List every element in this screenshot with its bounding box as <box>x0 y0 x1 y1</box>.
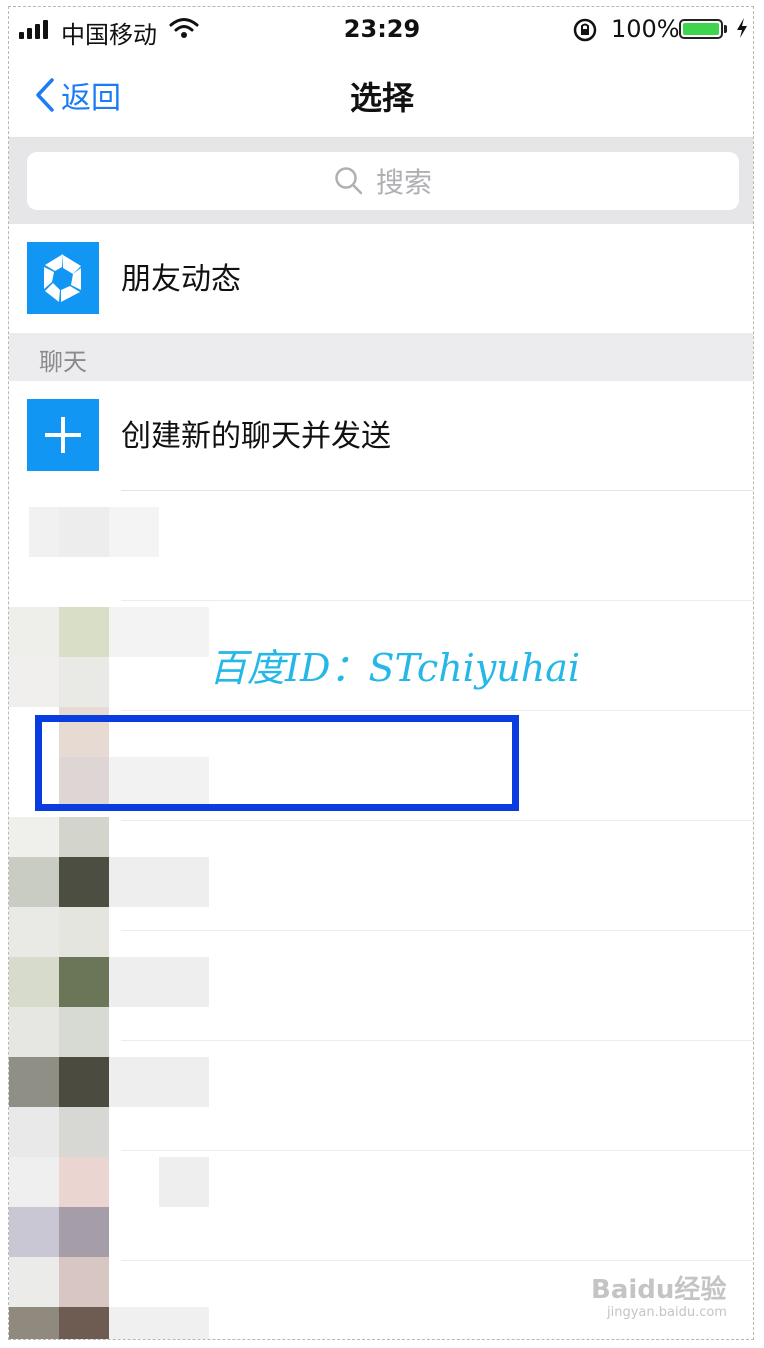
watermark-text: 百度ID：STchiyuhai <box>209 646 581 690</box>
section-header-label: 聊天 <box>39 348 87 376</box>
navigation-bar: 返回 选择 <box>9 51 753 138</box>
search-input[interactable]: 搜索 <box>27 152 739 210</box>
aperture-icon <box>27 242 99 314</box>
charging-bolt-icon <box>735 17 749 43</box>
plus-icon <box>27 399 99 471</box>
moments-row[interactable]: 朋友动态 <box>9 224 753 334</box>
search-placeholder: 搜索 <box>375 166 432 199</box>
status-bar: 中国移动 23:29 100% <box>9 7 753 51</box>
phone-screen: 中国移动 23:29 100% 返回 选择 搜索 朋友动态 聊天 创建新的聊天并… <box>8 6 754 1340</box>
battery-percent: 100% <box>611 15 680 43</box>
highlight-box <box>35 715 519 811</box>
section-header-chat: 聊天 <box>9 333 753 381</box>
list-item[interactable] <box>9 1151 753 1261</box>
battery-icon <box>679 19 723 39</box>
baidu-jingyan-url: jingyan.baidu.com <box>607 1305 727 1320</box>
moments-label: 朋友动态 <box>121 262 241 297</box>
battery-cap <box>724 25 727 33</box>
rotation-lock-icon <box>572 17 598 47</box>
new-chat-row[interactable]: 创建新的聊天并发送 <box>9 381 753 491</box>
new-chat-label: 创建新的聊天并发送 <box>121 419 391 454</box>
search-icon <box>335 167 363 195</box>
page-title: 选择 <box>349 79 414 117</box>
baidu-jingyan-logo: Baidu经验 <box>591 1275 727 1305</box>
search-bar-container: 搜索 <box>9 138 753 224</box>
